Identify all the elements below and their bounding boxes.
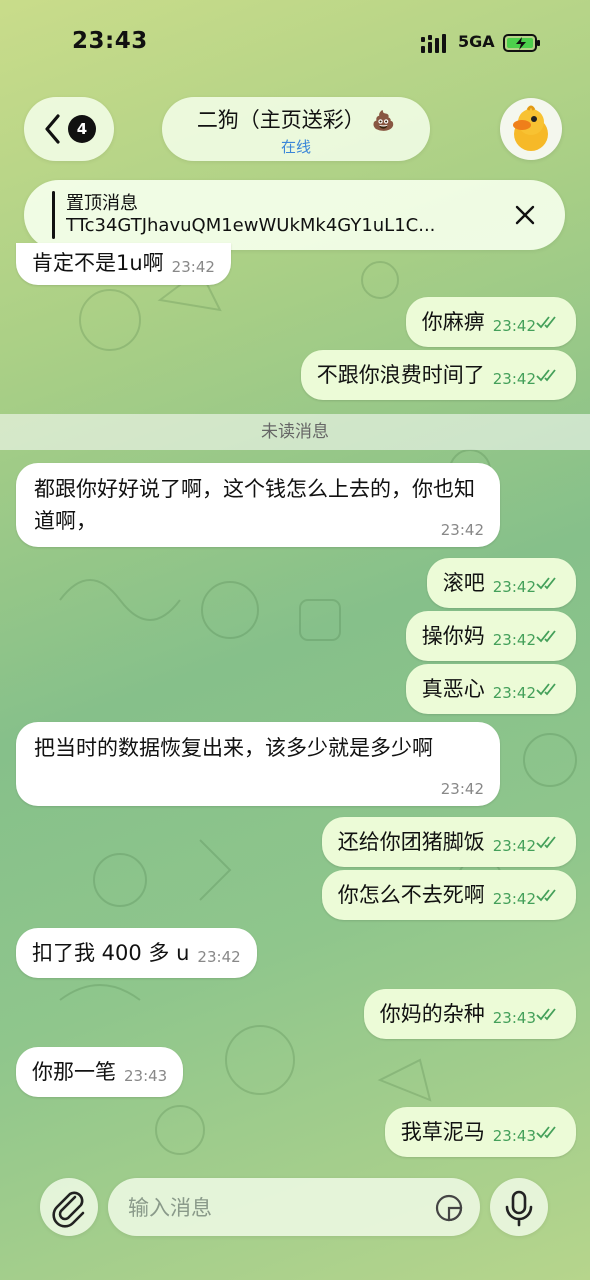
pinned-message-bar[interactable]: 置顶消息 TTc34GTJhavuQM1ewWUkMk4GY1uL1C... bbox=[24, 180, 565, 250]
chevron-left-icon bbox=[45, 114, 60, 144]
avatar[interactable] bbox=[500, 98, 562, 160]
message-in[interactable]: 扣了我 400 多 u 23:42 bbox=[16, 928, 257, 978]
message-text: 不跟你浪费时间了 bbox=[316, 363, 485, 387]
microphone-icon bbox=[505, 1190, 533, 1227]
message-text: 你麻痹 bbox=[421, 310, 485, 334]
message-in[interactable]: 把当时的数据恢复出来，该多少就是多少啊 23:42 bbox=[16, 722, 500, 806]
double-check-icon bbox=[536, 1008, 556, 1021]
close-icon[interactable] bbox=[512, 202, 538, 228]
message-partial[interactable]: 肯定不是1u啊 23:42 bbox=[16, 243, 231, 285]
message-in[interactable]: 都跟你好好说了啊，这个钱怎么上去的，你也知道啊， 23:42 bbox=[16, 463, 500, 547]
message-text: 还给你团猪脚饭 bbox=[337, 830, 485, 854]
message-time: 23:42 bbox=[492, 578, 536, 596]
status-time: 23:43 bbox=[72, 28, 148, 54]
pinned-title: 置顶消息 bbox=[66, 193, 138, 214]
battery-icon bbox=[503, 34, 540, 52]
double-check-icon bbox=[536, 316, 556, 329]
message-time: 23:42 bbox=[440, 780, 484, 798]
message-time: 23:42 bbox=[492, 317, 536, 335]
status-bar: 23:43 5GA bbox=[0, 28, 590, 62]
chat-title-pill[interactable]: 二狗（主页送彩） 💩 在线 bbox=[162, 97, 430, 161]
double-check-icon bbox=[536, 836, 556, 849]
paperclip-icon bbox=[52, 1191, 85, 1228]
message-out[interactable]: 你妈的杂种 23:43 bbox=[363, 989, 576, 1039]
message-time: 23:43 bbox=[492, 1009, 536, 1027]
message-text: 肯定不是1u啊 bbox=[32, 251, 164, 275]
message-text: 你妈的杂种 bbox=[379, 1002, 485, 1026]
message-out[interactable]: 真恶心 23:42 bbox=[405, 664, 576, 714]
message-text: 扣了我 400 多 u bbox=[32, 941, 190, 965]
message-time: 23:42 bbox=[171, 258, 215, 276]
double-check-icon bbox=[536, 577, 556, 590]
message-out[interactable]: 滚吧 23:42 bbox=[426, 558, 576, 608]
message-time: 23:42 bbox=[197, 948, 241, 966]
message-time: 23:43 bbox=[492, 1127, 536, 1145]
back-button[interactable]: 4 bbox=[24, 97, 114, 161]
message-out[interactable]: 你怎么不去死啊 23:42 bbox=[321, 870, 576, 920]
message-text: 都跟你好好说了啊，这个钱怎么上去的，你也知道啊， bbox=[34, 477, 475, 533]
microphone-button[interactable] bbox=[490, 1178, 548, 1236]
chat-title: 二狗（主页送彩） 💩 bbox=[162, 104, 430, 134]
message-text: 你怎么不去死啊 bbox=[337, 883, 485, 907]
network-type: 5GA bbox=[458, 32, 495, 51]
message-out[interactable]: 操你妈 23:42 bbox=[405, 611, 576, 661]
message-input[interactable] bbox=[126, 1178, 420, 1238]
message-input-box[interactable] bbox=[108, 1178, 480, 1238]
unread-count-badge: 4 bbox=[68, 115, 96, 143]
message-time: 23:42 bbox=[440, 521, 484, 539]
message-text: 把当时的数据恢复出来，该多少就是多少啊 bbox=[34, 736, 433, 760]
message-text: 真恶心 bbox=[421, 677, 485, 701]
message-out[interactable]: 还给你团猪脚饭 23:42 bbox=[321, 817, 576, 867]
message-text: 操你妈 bbox=[421, 624, 485, 648]
signal-icon bbox=[421, 34, 446, 53]
double-check-icon bbox=[536, 683, 556, 696]
double-check-icon bbox=[536, 369, 556, 382]
double-check-icon bbox=[536, 630, 556, 643]
online-status: 在线 bbox=[280, 138, 311, 156]
chat-title-text: 二狗（主页送彩） bbox=[196, 108, 365, 132]
message-time: 23:42 bbox=[492, 837, 536, 855]
double-check-icon bbox=[536, 889, 556, 902]
unread-messages-divider: 未读消息 bbox=[0, 414, 590, 450]
pinned-text: TTc34GTJhavuQM1ewWUkMk4GY1uL1C... bbox=[66, 215, 436, 236]
message-time: 23:42 bbox=[492, 684, 536, 702]
message-in[interactable]: 你那一笔 23:43 bbox=[16, 1047, 184, 1097]
message-time: 23:42 bbox=[492, 890, 536, 908]
message-time: 23:42 bbox=[492, 370, 536, 388]
message-out[interactable]: 不跟你浪费时间了 23:42 bbox=[300, 350, 576, 400]
message-text: 我草泥马 bbox=[400, 1120, 485, 1144]
message-text: 你那一笔 bbox=[32, 1060, 116, 1084]
poop-emoji-icon: 💩 bbox=[371, 110, 396, 132]
duck-avatar-icon bbox=[513, 105, 548, 151]
message-out[interactable]: 你麻痹 23:42 bbox=[405, 297, 576, 347]
attach-button[interactable] bbox=[40, 1178, 98, 1236]
message-time: 23:43 bbox=[124, 1067, 168, 1085]
message-out[interactable]: 我草泥马 23:43 bbox=[384, 1107, 576, 1157]
sticker-icon[interactable] bbox=[434, 1193, 464, 1223]
pinned-indicator bbox=[52, 191, 55, 239]
message-text: 滚吧 bbox=[442, 571, 485, 595]
message-time: 23:42 bbox=[492, 631, 536, 649]
double-check-icon bbox=[536, 1126, 556, 1139]
